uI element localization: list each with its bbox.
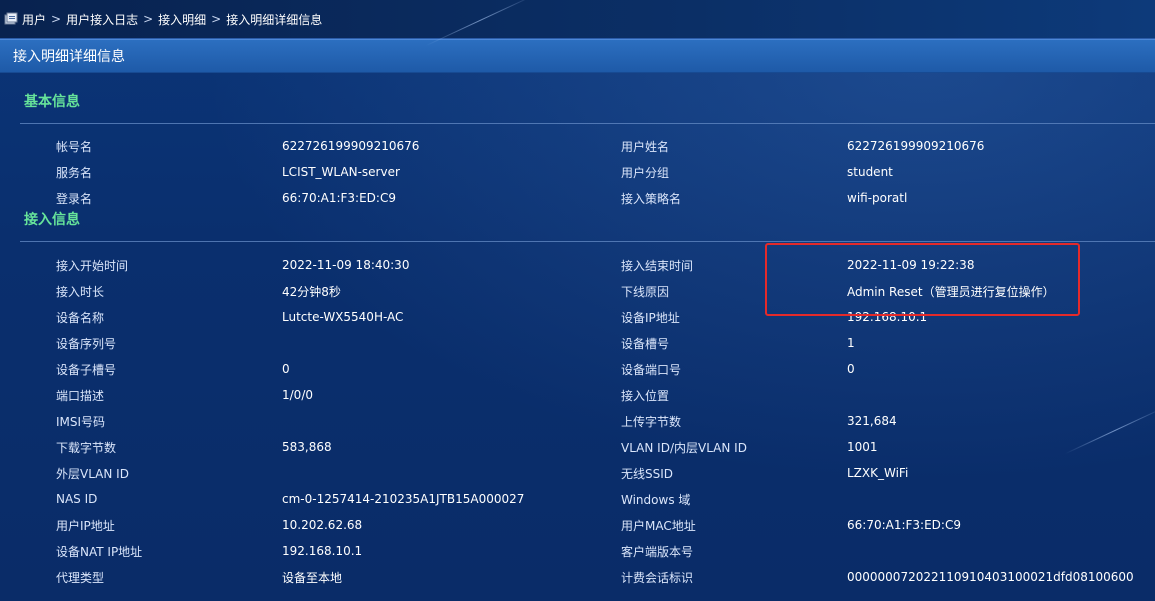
field-label: 设备IP地址 [621, 310, 680, 325]
info-row: 设备名称 Lutcte-WX5540H-AC 设备IP地址 192.168.10.1 [0, 304, 1155, 330]
field-label: 客户端版本号 [621, 544, 694, 559]
field-label: 用户MAC地址 [621, 518, 696, 533]
breadcrumb-item-users[interactable]: 用户 [22, 11, 46, 28]
field-value: student [847, 165, 893, 179]
field-label: IMSI号码 [56, 414, 106, 429]
field-value: 2022-11-09 19:22:38 [847, 258, 975, 272]
field-label: 外层VLAN ID [56, 466, 129, 481]
info-row: IMSI号码 上传字节数 321,684 [0, 408, 1155, 434]
field-label: VLAN ID/内层VLAN ID [621, 440, 747, 455]
field-value: 0 [282, 362, 290, 376]
basic-info-rows: 帐号名 622726199909210676 用户姓名 622726199909210… [0, 124, 1155, 211]
breadcrumb-item-access-log[interactable]: 用户接入日志 [66, 11, 138, 28]
field-value: 622726199909210676 [282, 139, 420, 153]
breadcrumb-item-current: 接入明细详细信息 [226, 12, 323, 27]
info-row: 代理类型 设备至本地 计费会话标识 0000000720221109104031000… [0, 564, 1155, 590]
field-value: 1001 [847, 440, 878, 454]
field-label: 上传字节数 [621, 414, 682, 429]
field-label: 接入位置 [621, 388, 670, 403]
field-label: 设备槽号 [621, 336, 670, 351]
info-row: NAS ID cm-0-1257414-210235A1JTB15A000027 W… [0, 486, 1155, 512]
section-title-basic-info: 基本信息 [24, 94, 80, 110]
breadcrumb: 用户 > 用户接入日志 > 接入明细 > 接入明细详细信息 [0, 0, 1155, 39]
info-row: 设备NAT IP地址 192.168.10.1 客户端版本号 [0, 538, 1155, 564]
field-value: 583,868 [282, 440, 332, 454]
field-value: 66:70:A1:F3:ED:C9 [282, 191, 396, 205]
info-row: 端口描述 1/0/0 接入位置 [0, 382, 1155, 408]
home-icon [4, 12, 18, 26]
field-label: 代理类型 [56, 570, 105, 585]
info-row: 接入开始时间 2022-11-09 18:40:30 接入结束时间 2022-11-0… [0, 252, 1155, 278]
divider [20, 123, 1155, 124]
field-value: 000000072022110910403100021dfd08100600 [847, 570, 1134, 584]
field-label: 设备名称 [56, 310, 105, 325]
field-value: 42分钟8秒 [282, 284, 341, 299]
basic-info-section: 基本信息 帐号名 622726199909210676 用户姓名 6227261999… [0, 73, 1155, 211]
field-label: 接入策略名 [621, 191, 682, 206]
field-value: 2022-11-09 18:40:30 [282, 258, 410, 272]
access-info-rows: 接入开始时间 2022-11-09 18:40:30 接入结束时间 2022-11-0… [0, 242, 1155, 590]
field-label: 接入结束时间 [621, 258, 694, 273]
field-label: 设备子槽号 [56, 362, 117, 377]
field-value: Lutcte-WX5540H-AC [282, 310, 404, 324]
field-label: 服务名 [56, 165, 93, 180]
info-row: 外层VLAN ID 无线SSID LZXK_WiFi [0, 460, 1155, 486]
section-title-access-info: 接入信息 [24, 212, 80, 228]
breadcrumb-separator: > [143, 12, 154, 26]
field-label: 设备端口号 [621, 362, 682, 377]
field-label: 下载字节数 [56, 440, 117, 455]
field-value: 66:70:A1:F3:ED:C9 [847, 518, 961, 532]
info-row: 设备序列号 设备槽号 1 [0, 330, 1155, 356]
field-value: Admin Reset（管理员进行复位操作） [847, 284, 1055, 299]
field-value: 1/0/0 [282, 388, 313, 402]
breadcrumb-item-access-detail[interactable]: 接入明细 [158, 11, 206, 28]
field-value: 622726199909210676 [847, 139, 985, 153]
field-label: 接入开始时间 [56, 258, 129, 273]
info-row: 下载字节数 583,868 VLAN ID/内层VLAN ID 1001 [0, 434, 1155, 460]
field-label: 用户分组 [621, 165, 670, 180]
field-value: 设备至本地 [282, 570, 343, 585]
access-info-section: 接入信息 接入开始时间 2022-11-09 18:40:30 接入结束时间 2022… [0, 207, 1155, 590]
divider [20, 241, 1155, 242]
info-row: 服务名 LCIST_WLAN-server 用户分组 student [0, 159, 1155, 185]
page: 用户 > 用户接入日志 > 接入明细 > 接入明细详细信息 接入明细详细信息 基… [0, 0, 1155, 601]
field-label: NAS ID [56, 492, 98, 506]
field-value: cm-0-1257414-210235A1JTB15A000027 [282, 492, 525, 506]
field-value: 192.168.10.1 [282, 544, 363, 558]
field-label: 计费会话标识 [621, 570, 694, 585]
field-value: LCIST_WLAN-server [282, 165, 400, 179]
info-row: 用户IP地址 10.202.62.68 用户MAC地址 66:70:A1:F3:ED:… [0, 512, 1155, 538]
field-label: 用户IP地址 [56, 518, 115, 533]
field-label: 帐号名 [56, 139, 93, 154]
field-value: 0 [847, 362, 855, 376]
field-label: 无线SSID [621, 466, 674, 481]
field-label: 下线原因 [621, 284, 670, 299]
info-row: 设备子槽号 0 设备端口号 0 [0, 356, 1155, 382]
info-row: 接入时长 42分钟8秒 下线原因 Admin Reset（管理员进行复位操作） [0, 278, 1155, 304]
field-value: 1 [847, 336, 855, 350]
field-value: 321,684 [847, 414, 897, 428]
field-value: 192.168.10.1 [847, 310, 928, 324]
field-label: 用户姓名 [621, 139, 670, 154]
field-label: 设备NAT IP地址 [56, 544, 143, 559]
field-label: 端口描述 [56, 388, 105, 403]
field-value: wifi-poratl [847, 191, 908, 205]
panel-title: 接入明细详细信息 [0, 39, 1155, 73]
field-label: 接入时长 [56, 284, 105, 299]
field-value: 10.202.62.68 [282, 518, 363, 532]
breadcrumb-separator: > [51, 12, 62, 26]
field-label: 登录名 [56, 191, 93, 206]
field-value: LZXK_WiFi [847, 466, 909, 480]
field-label: Windows 域 [621, 492, 691, 507]
breadcrumb-separator: > [211, 12, 222, 26]
field-label: 设备序列号 [56, 336, 117, 351]
info-row: 帐号名 622726199909210676 用户姓名 622726199909210… [0, 133, 1155, 159]
